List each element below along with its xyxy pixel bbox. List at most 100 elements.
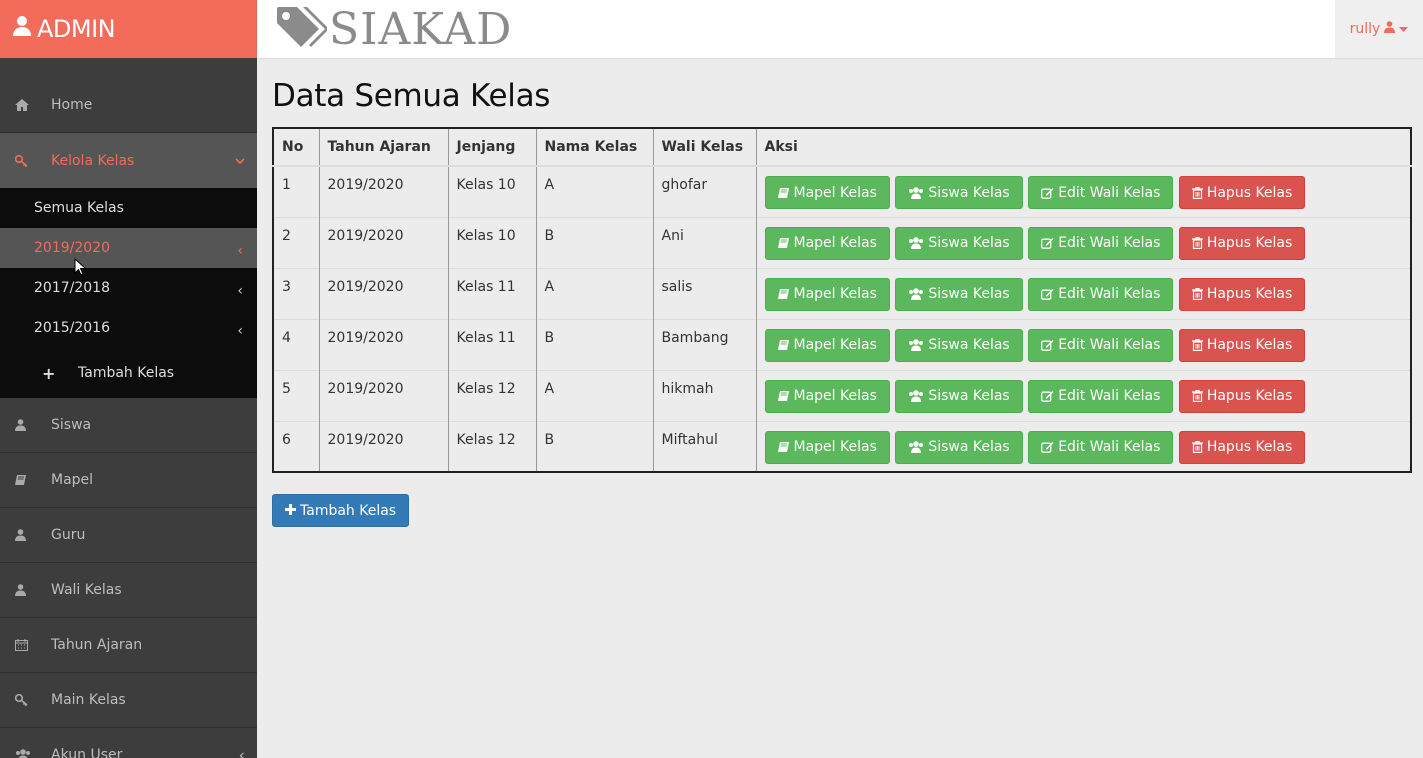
mapel-kelas-button[interactable]: Mapel Kelas — [764, 277, 890, 311]
sidebar-item-akun-user[interactable]: Akun User ‹ — [0, 728, 257, 758]
sidebar-item-kelola-kelas[interactable]: Kelola Kelas — [0, 133, 257, 188]
submenu-item-2015-2016[interactable]: 2015/2016 ‹ — [0, 308, 257, 348]
siswa-kelas-button[interactable]: Siswa Kelas — [895, 379, 1023, 413]
button-label: Siswa Kelas — [928, 184, 1010, 201]
book-icon — [777, 187, 794, 199]
table-cell: 2019/2020 — [318, 420, 448, 472]
user-icon — [15, 584, 51, 596]
edit-wali-kelas-button[interactable]: Edit Wali Kelas — [1028, 226, 1174, 260]
edit-wali-kelas-button[interactable]: Edit Wali Kelas — [1028, 176, 1174, 209]
submenu-item-tambah-kelas[interactable]: + Tambah Kelas — [0, 348, 257, 398]
siswa-kelas-button[interactable]: Siswa Kelas — [895, 226, 1023, 260]
siswa-kelas-button[interactable]: Siswa Kelas — [895, 176, 1023, 209]
users-icon — [15, 749, 51, 758]
actions-cell: Mapel Kelas Siswa Kelas Edit Wali Kelas … — [755, 216, 1411, 268]
sidebar-item-home[interactable]: Home — [0, 78, 257, 133]
hapus-kelas-button[interactable]: Hapus Kelas — [1178, 328, 1306, 362]
column-header: Jenjang — [447, 128, 536, 167]
table-cell: 1 — [273, 165, 319, 217]
edit-wali-kelas-button[interactable]: Edit Wali Kelas — [1028, 430, 1174, 464]
hapus-kelas-button[interactable]: Hapus Kelas — [1178, 226, 1306, 260]
key-icon — [15, 154, 51, 167]
button-label: Mapel Kelas — [793, 184, 877, 201]
edit-icon — [1041, 441, 1058, 453]
sidebar: ADMIN Home Kelola Kelas Semua Kelas 2019… — [0, 0, 257, 758]
kelola-kelas-submenu: Semua Kelas 2019/2020 ‹ 2017/2018 ‹ 2015… — [0, 188, 257, 398]
sidebar-item-mapel[interactable]: Mapel — [0, 453, 257, 508]
table-row: 5 2019/2020 Kelas 12 Ahikmah Mapel Kelas Sis… — [273, 369, 1411, 421]
table-cell: A — [535, 267, 653, 319]
user-icon — [15, 529, 51, 541]
tambah-kelas-button[interactable]: Tambah Kelas — [272, 494, 410, 527]
page-title: Data Semua Kelas — [272, 78, 551, 114]
submenu-item-semua-kelas[interactable]: Semua Kelas — [0, 188, 257, 228]
table-row: 1 2019/2020 Kelas 10 Aghofar Mapel Kelas Sis… — [273, 165, 1411, 217]
sidebar-item-label: Guru — [51, 527, 86, 543]
edit-wali-kelas-button[interactable]: Edit Wali Kelas — [1028, 277, 1174, 311]
actions-cell: Mapel Kelas Siswa Kelas Edit Wali Kelas … — [755, 318, 1411, 370]
table-cell: ghofar — [652, 165, 756, 217]
sidebar-item-main-kelas[interactable]: Main Kelas — [0, 673, 257, 728]
submenu-item-label: Semua Kelas — [34, 200, 124, 216]
submenu-item-label: Tambah Kelas — [78, 365, 175, 381]
siswa-kelas-button[interactable]: Siswa Kelas — [895, 277, 1023, 311]
button-label: Siswa Kelas — [928, 286, 1010, 302]
button-label: Mapel Kelas — [793, 337, 877, 353]
edit-icon — [1041, 288, 1058, 300]
button-label: Hapus Kelas — [1206, 337, 1293, 353]
table-cell: 2019/2020 — [318, 165, 448, 217]
sidebar-item-label: Home — [51, 97, 93, 113]
button-label: Hapus Kelas — [1206, 235, 1293, 251]
chevron-left-icon: ‹ — [237, 323, 243, 340]
hapus-kelas-button[interactable]: Hapus Kelas — [1178, 176, 1306, 209]
logo[interactable]: SIAKAD — [275, 4, 512, 55]
table-cell: Bambang — [652, 318, 756, 370]
sidebar-item-label: Kelola Kelas — [51, 152, 135, 169]
chevron-left-icon: ‹ — [237, 283, 243, 300]
mapel-kelas-button[interactable]: Mapel Kelas — [764, 176, 890, 209]
user-menu[interactable]: rully — [1335, 0, 1423, 58]
submenu-item-2017-2018[interactable]: 2017/2018 ‹ — [0, 268, 257, 308]
table-cell: salis — [652, 267, 756, 319]
button-label: Siswa Kelas — [928, 439, 1010, 455]
users-icon — [908, 339, 928, 351]
sidebar-item-siswa[interactable]: Siswa — [0, 398, 257, 453]
table-cell: 2019/2020 — [318, 216, 448, 268]
mapel-kelas-button[interactable]: Mapel Kelas — [764, 379, 890, 413]
sidebar-item-label: Siswa — [51, 417, 92, 433]
submenu-item-2019-2020[interactable]: 2019/2020 ‹ — [0, 228, 257, 268]
edit-wali-kelas-button[interactable]: Edit Wali Kelas — [1028, 379, 1174, 413]
hapus-kelas-button[interactable]: Hapus Kelas — [1178, 379, 1306, 413]
table-cell: 6 — [273, 420, 319, 472]
sidebar-item-guru[interactable]: Guru — [0, 508, 257, 563]
brand[interactable]: ADMIN — [0, 0, 257, 58]
book-icon — [15, 474, 51, 486]
hapus-kelas-button[interactable]: Hapus Kelas — [1178, 277, 1306, 311]
column-header: Aksi — [755, 128, 1411, 167]
column-header: No — [273, 128, 319, 167]
trash-icon — [1191, 390, 1207, 402]
mapel-kelas-button[interactable]: Mapel Kelas — [764, 430, 890, 464]
mapel-kelas-button[interactable]: Mapel Kelas — [764, 226, 890, 260]
button-label: Edit Wali Kelas — [1058, 286, 1161, 302]
mapel-kelas-button[interactable]: Mapel Kelas — [764, 328, 890, 362]
sidebar-item-wali-kelas[interactable]: Wali Kelas — [0, 563, 257, 618]
edit-wali-kelas-button[interactable]: Edit Wali Kelas — [1028, 328, 1174, 362]
table-row: 6 2019/2020 Kelas 12 B Miftahul Mapel Kelas S… — [273, 420, 1411, 472]
button-label: Mapel Kelas — [793, 286, 877, 302]
sidebar-item-tahun-ajaran[interactable]: Tahun Ajaran — [0, 618, 257, 673]
home-icon — [15, 99, 51, 111]
column-header: Tahun Ajaran — [318, 128, 448, 167]
sidebar-item-label: Akun User — [51, 747, 123, 758]
button-label: Hapus Kelas — [1206, 286, 1293, 302]
siswa-kelas-button[interactable]: Siswa Kelas — [895, 328, 1023, 362]
sidebar-item-label: Wali Kelas — [51, 582, 122, 598]
caret-down-icon — [1395, 21, 1409, 37]
hapus-kelas-button[interactable]: Hapus Kelas — [1178, 430, 1306, 464]
siswa-kelas-button[interactable]: Siswa Kelas — [895, 430, 1023, 464]
column-header: Wali Kelas — [652, 128, 756, 167]
edit-icon — [1041, 339, 1058, 351]
sidebar-item-label: Main Kelas — [51, 692, 126, 708]
trash-icon — [1191, 288, 1207, 300]
trash-icon — [1191, 339, 1207, 351]
